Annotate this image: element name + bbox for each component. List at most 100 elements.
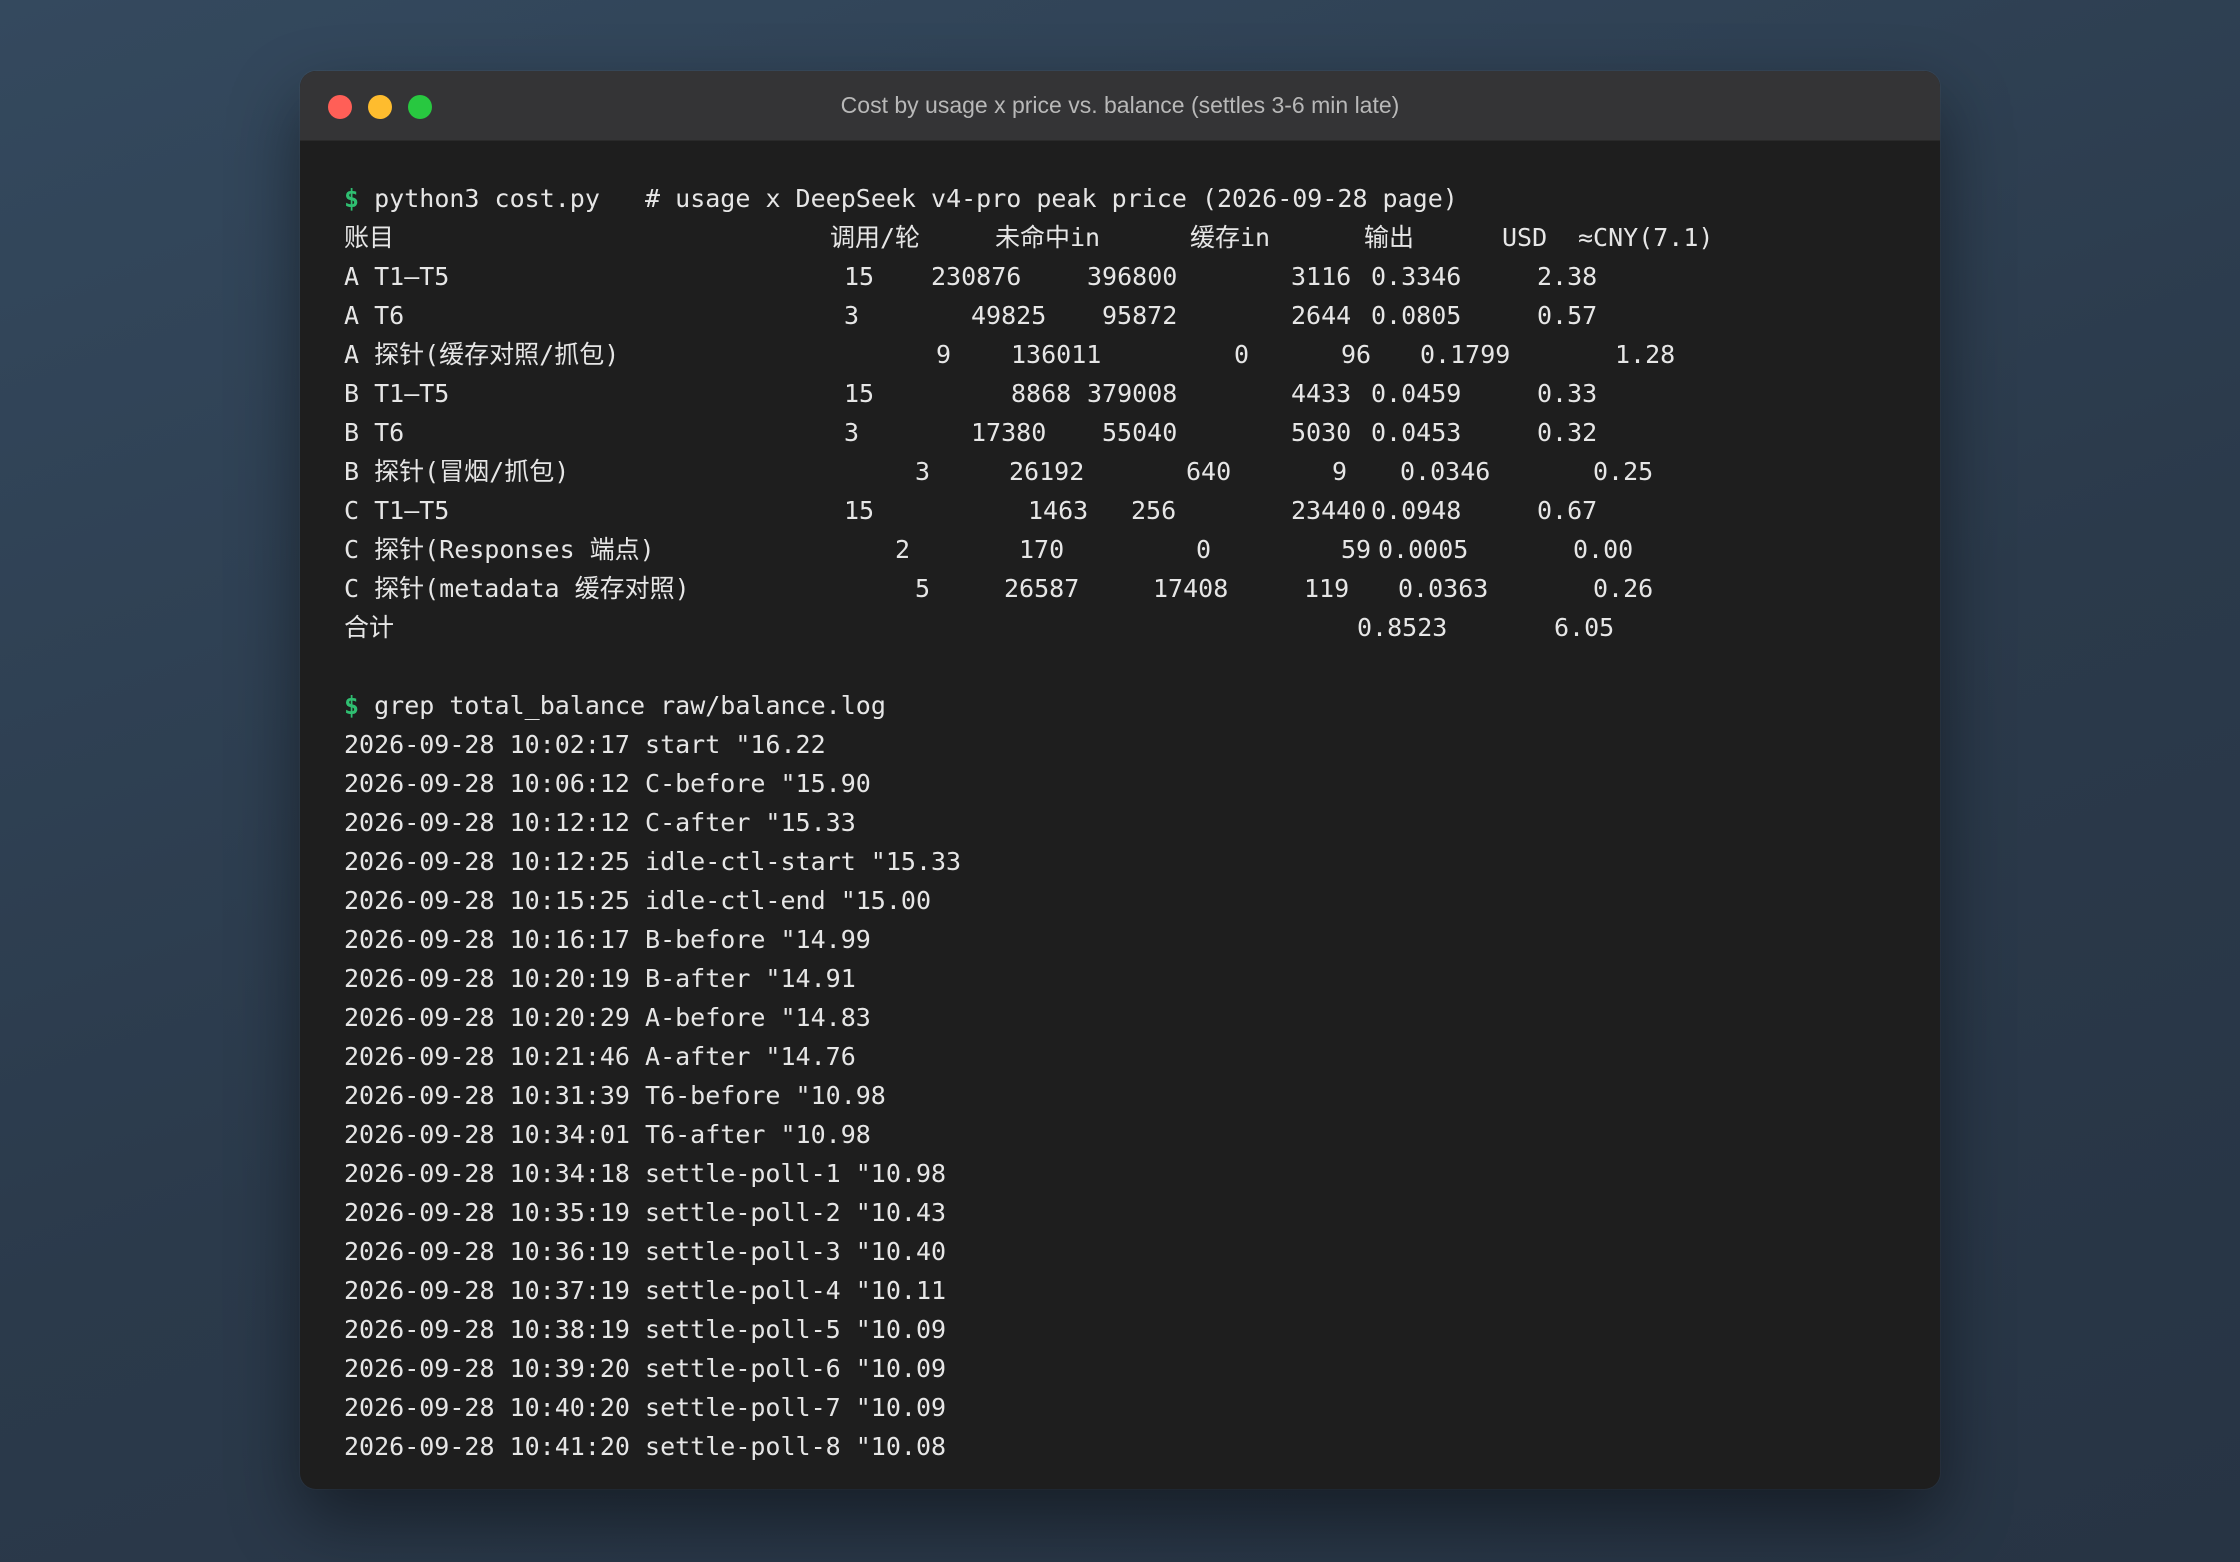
calls-cell: 3 — [844, 418, 860, 447]
account-cell: C 探针(metadata 缓存对照) — [344, 574, 690, 603]
total-cny: 6.05 — [1554, 613, 1615, 642]
title-bar: Cost by usage x price vs. balance (settl… — [300, 71, 1940, 141]
table-row: B T6 3 17380 55040 5030 0.0453 0.32 — [344, 413, 1940, 452]
usd-cell: 0.1799 — [1420, 340, 1511, 369]
table-row: A 探针(缓存对照/抓包) 9 136011 0 96 0.1799 1.28 — [344, 335, 1940, 374]
miss-in-cell: 26192 — [1009, 457, 1085, 486]
usd-cell: 0.0453 — [1371, 418, 1462, 447]
cache-in-cell: 396800 — [1087, 262, 1178, 291]
command-text: python3 cost.py # usage x DeepSeek v4-pr… — [374, 184, 1458, 213]
log-line: 2026-09-28 10:38:19 settle-poll-5 "10.09 — [344, 1315, 947, 1344]
table-row: C 探针(Responses 端点) 2 170 0 59 0.0005 0.00 — [344, 530, 1940, 569]
miss-in-cell: 17380 — [971, 418, 1047, 447]
log-line: 2026-09-28 10:31:39 T6-before "10.98 — [344, 1081, 886, 1110]
cache-in-cell: 0 — [1234, 340, 1250, 369]
cache-in-cell: 379008 — [1087, 379, 1178, 408]
cny-cell: 1.28 — [1615, 340, 1676, 369]
account-cell: B T6 — [344, 418, 405, 447]
log-line: 2026-09-28 10:34:18 settle-poll-1 "10.98 — [344, 1159, 947, 1188]
output-cell: 5030 — [1291, 418, 1352, 447]
output-cell: 119 — [1304, 574, 1350, 603]
cny-cell: 0.33 — [1537, 379, 1598, 408]
usd-cell: 0.3346 — [1371, 262, 1462, 291]
log-line: 2026-09-28 10:15:25 idle-ctl-end "15.00 — [344, 886, 931, 915]
account-cell: B T1–T5 — [344, 379, 450, 408]
account-cell: B 探针(冒烟/抓包) — [344, 457, 570, 486]
log-line: 2026-09-28 10:02:17 start "16.22 — [344, 730, 826, 759]
miss-in-cell: 136011 — [1011, 340, 1102, 369]
log-line: 2026-09-28 10:20:19 B-after "14.91 — [344, 964, 856, 993]
account-cell: A T1–T5 — [344, 262, 450, 291]
cost-table-body: A T1–T5 15 230876 396800 3116 0.3346 2.38 A T6 3… — [344, 257, 1940, 608]
usd-cell: 0.0948 — [1371, 496, 1462, 525]
miss-in-cell: 49825 — [971, 301, 1047, 330]
table-row: A T1–T5 15 230876 396800 3116 0.3346 2.38 — [344, 257, 1940, 296]
table-row: B 探针(冒烟/抓包) 3 26192 640 9 0.0346 0.25 — [344, 452, 1940, 491]
output-cell: 4433 — [1291, 379, 1352, 408]
account-cell: C T1–T5 — [344, 496, 450, 525]
log-line: 2026-09-28 10:06:12 C-before "15.90 — [344, 769, 871, 798]
cost-table-header: 账目 调用/轮 未命中in 缓存in 输出 USD ≈CNY(7.1) — [344, 218, 1940, 257]
cny-cell: 0.00 — [1573, 535, 1634, 564]
cny-cell: 0.57 — [1537, 301, 1598, 330]
table-row: C T1–T5 15 1463 256 23440 0.0948 0.67 — [344, 491, 1940, 530]
usd-cell: 0.0346 — [1400, 457, 1491, 486]
calls-cell: 3 — [915, 457, 931, 486]
calls-cell: 15 — [844, 262, 875, 291]
cny-cell: 0.25 — [1593, 457, 1654, 486]
header-miss-in: 未命中in — [995, 223, 1101, 252]
miss-in-cell: 230876 — [931, 262, 1022, 291]
log-line: 2026-09-28 10:20:29 A-before "14.83 — [344, 1003, 871, 1032]
command-line-grep: $ grep total_balance raw/balance.log — [344, 686, 1940, 725]
cny-cell: 0.26 — [1593, 574, 1654, 603]
calls-cell: 15 — [844, 379, 875, 408]
account-cell: C 探针(Responses 端点) — [344, 535, 655, 564]
miss-in-cell: 26587 — [1004, 574, 1080, 603]
log-line: 2026-09-28 10:41:20 settle-poll-8 "10.08 — [344, 1432, 947, 1461]
command-text: grep total_balance raw/balance.log — [374, 691, 886, 720]
usd-cell: 0.0005 — [1378, 535, 1469, 564]
calls-cell: 9 — [936, 340, 952, 369]
header-cny: ≈CNY(7.1) — [1578, 223, 1714, 252]
log-line: 2026-09-28 10:34:01 T6-after "10.98 — [344, 1120, 871, 1149]
header-cache-in: 缓存in — [1190, 223, 1271, 252]
log-line: 2026-09-28 10:36:19 settle-poll-3 "10.40 — [344, 1237, 947, 1266]
miss-in-cell: 170 — [1019, 535, 1065, 564]
window-title: Cost by usage x price vs. balance (settl… — [840, 92, 1400, 118]
cache-in-cell: 256 — [1131, 496, 1177, 525]
output-cell: 2644 — [1291, 301, 1352, 330]
balance-log-output: 2026-09-28 10:02:17 start "16.22 2026-09-… — [344, 725, 1940, 1466]
cny-cell: 2.38 — [1537, 262, 1598, 291]
miss-in-cell: 1463 — [1028, 496, 1089, 525]
log-line: 2026-09-28 10:40:20 settle-poll-7 "10.09 — [344, 1393, 947, 1422]
calls-cell: 5 — [915, 574, 931, 603]
cny-cell: 0.32 — [1537, 418, 1598, 447]
cny-cell: 0.67 — [1537, 496, 1598, 525]
output-cell: 9 — [1332, 457, 1348, 486]
output-cell: 96 — [1341, 340, 1372, 369]
calls-cell: 15 — [844, 496, 875, 525]
output-cell: 3116 — [1291, 262, 1352, 291]
log-line: 2026-09-28 10:12:25 idle-ctl-start "15.3… — [344, 847, 962, 876]
cache-in-cell: 17408 — [1153, 574, 1229, 603]
total-label: 合计 — [344, 613, 395, 642]
header-calls: 调用/轮 — [830, 223, 921, 252]
log-line: 2026-09-28 10:21:46 A-after "14.76 — [344, 1042, 856, 1071]
header-usd: USD — [1502, 223, 1548, 252]
terminal-window: Cost by usage x price vs. balance (settl… — [300, 71, 1940, 1489]
cache-in-cell: 95872 — [1102, 301, 1178, 330]
output-cell: 23440 — [1291, 496, 1367, 525]
calls-cell: 3 — [844, 301, 860, 330]
usd-cell: 0.0459 — [1371, 379, 1462, 408]
table-row: A T6 3 49825 95872 2644 0.0805 0.57 — [344, 296, 1940, 335]
terminal-output[interactable]: $ python3 cost.py # usage x DeepSeek v4-… — [300, 141, 1940, 1466]
account-cell: A 探针(缓存对照/抓包) — [344, 340, 620, 369]
account-cell: A T6 — [344, 301, 405, 330]
cache-in-cell: 55040 — [1102, 418, 1178, 447]
cache-in-cell: 0 — [1196, 535, 1212, 564]
cost-table-total: 合计 0.8523 6.05 — [344, 608, 1940, 647]
calls-cell: 2 — [895, 535, 911, 564]
usd-cell: 0.0363 — [1398, 574, 1489, 603]
log-line: 2026-09-28 10:39:20 settle-poll-6 "10.09 — [344, 1354, 947, 1383]
